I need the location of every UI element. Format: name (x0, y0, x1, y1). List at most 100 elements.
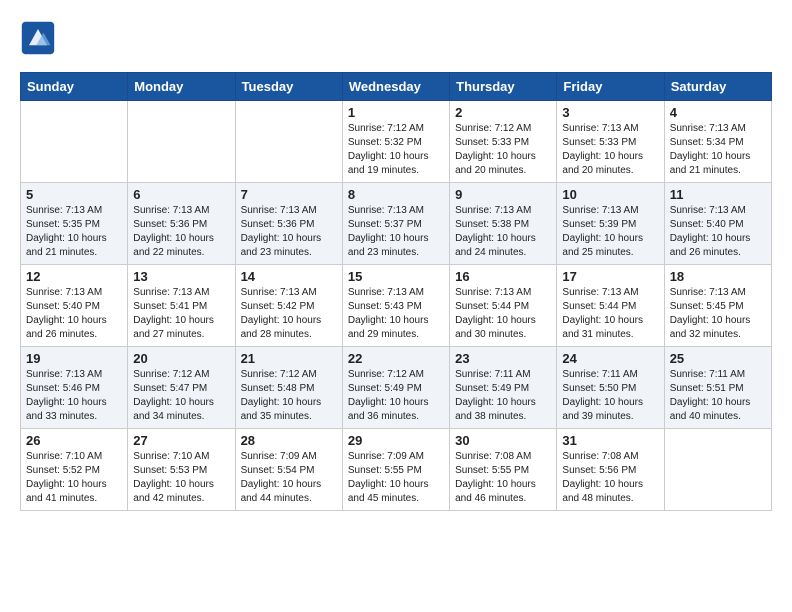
calendar-cell: 7 Sunrise: 7:13 AM Sunset: 5:36 PM Daylig… (235, 183, 342, 265)
day-number: 11 (670, 187, 766, 202)
week-row: 1 Sunrise: 7:12 AM Sunset: 5:32 PM Daylig… (21, 101, 772, 183)
day-info: Sunrise: 7:13 AM Sunset: 5:41 PM Dayligh… (133, 286, 229, 342)
calendar-cell: 1 Sunrise: 7:12 AM Sunset: 5:32 PM Daylig… (342, 101, 449, 183)
day-info: Sunrise: 7:13 AM Sunset: 5:40 PM Dayligh… (670, 204, 766, 260)
day-number: 21 (241, 351, 337, 366)
day-number: 13 (133, 269, 229, 284)
day-info: Sunrise: 7:12 AM Sunset: 5:32 PM Dayligh… (348, 122, 444, 178)
day-number: 10 (562, 187, 658, 202)
day-number: 17 (562, 269, 658, 284)
header (20, 20, 772, 56)
day-info: Sunrise: 7:09 AM Sunset: 5:55 PM Dayligh… (348, 450, 444, 506)
day-number: 27 (133, 433, 229, 448)
calendar-cell: 19 Sunrise: 7:13 AM Sunset: 5:46 PM Dayli… (21, 347, 128, 429)
day-number: 2 (455, 105, 551, 120)
calendar-header: SundayMondayTuesdayWednesdayThursdayFrid… (21, 73, 772, 101)
day-number: 30 (455, 433, 551, 448)
calendar-cell: 31Sunrise: 7:08 AM Sunset: 5:56 PM Dayli… (557, 429, 664, 511)
day-info: Sunrise: 7:13 AM Sunset: 5:45 PM Dayligh… (670, 286, 766, 342)
day-number: 4 (670, 105, 766, 120)
day-number: 22 (348, 351, 444, 366)
day-info: Sunrise: 7:12 AM Sunset: 5:33 PM Dayligh… (455, 122, 551, 178)
day-number: 19 (26, 351, 122, 366)
calendar-cell: 26Sunrise: 7:10 AM Sunset: 5:52 PM Dayli… (21, 429, 128, 511)
calendar-cell: 12Sunrise: 7:13 AM Sunset: 5:40 PM Dayli… (21, 265, 128, 347)
calendar-cell: 27 Sunrise: 7:10 AM Sunset: 5:53 PM Dayli… (128, 429, 235, 511)
day-number: 23 (455, 351, 551, 366)
day-info: Sunrise: 7:10 AM Sunset: 5:53 PM Dayligh… (133, 450, 229, 506)
calendar-cell (235, 101, 342, 183)
calendar-cell: 30 Sunrise: 7:08 AM Sunset: 5:55 PM Dayli… (450, 429, 557, 511)
calendar-cell (664, 429, 771, 511)
week-row: 26Sunrise: 7:10 AM Sunset: 5:52 PM Dayli… (21, 429, 772, 511)
day-info: Sunrise: 7:12 AM Sunset: 5:47 PM Dayligh… (133, 368, 229, 424)
calendar-cell: 8 Sunrise: 7:13 AM Sunset: 5:37 PM Daylig… (342, 183, 449, 265)
day-info: Sunrise: 7:13 AM Sunset: 5:36 PM Dayligh… (241, 204, 337, 260)
week-row: 19 Sunrise: 7:13 AM Sunset: 5:46 PM Dayli… (21, 347, 772, 429)
weekday-header: Wednesday (342, 73, 449, 101)
calendar-cell: 28 Sunrise: 7:09 AM Sunset: 5:54 PM Dayli… (235, 429, 342, 511)
day-number: 15 (348, 269, 444, 284)
calendar-cell: 13 Sunrise: 7:13 AM Sunset: 5:41 PM Dayli… (128, 265, 235, 347)
day-info: Sunrise: 7:11 AM Sunset: 5:51 PM Dayligh… (670, 368, 766, 424)
day-info: Sunrise: 7:13 AM Sunset: 5:44 PM Dayligh… (562, 286, 658, 342)
calendar-cell: 10 Sunrise: 7:13 AM Sunset: 5:39 PM Dayli… (557, 183, 664, 265)
day-number: 14 (241, 269, 337, 284)
day-info: Sunrise: 7:13 AM Sunset: 5:46 PM Dayligh… (26, 368, 122, 424)
calendar-cell: 9 Sunrise: 7:13 AM Sunset: 5:38 PM Daylig… (450, 183, 557, 265)
weekday-header: Thursday (450, 73, 557, 101)
calendar-table: SundayMondayTuesdayWednesdayThursdayFrid… (20, 72, 772, 511)
logo-icon (20, 20, 56, 56)
day-number: 1 (348, 105, 444, 120)
day-number: 8 (348, 187, 444, 202)
calendar-cell: 22 Sunrise: 7:12 AM Sunset: 5:49 PM Dayli… (342, 347, 449, 429)
weekday-row: SundayMondayTuesdayWednesdayThursdayFrid… (21, 73, 772, 101)
calendar-cell: 17 Sunrise: 7:13 AM Sunset: 5:44 PM Dayli… (557, 265, 664, 347)
day-info: Sunrise: 7:08 AM Sunset: 5:56 PM Dayligh… (562, 450, 658, 506)
day-number: 28 (241, 433, 337, 448)
calendar-cell: 4 Sunrise: 7:13 AM Sunset: 5:34 PM Daylig… (664, 101, 771, 183)
calendar-cell: 29Sunrise: 7:09 AM Sunset: 5:55 PM Dayli… (342, 429, 449, 511)
week-row: 12Sunrise: 7:13 AM Sunset: 5:40 PM Dayli… (21, 265, 772, 347)
calendar-cell (128, 101, 235, 183)
week-row: 5Sunrise: 7:13 AM Sunset: 5:35 PM Daylig… (21, 183, 772, 265)
calendar-cell: 3 Sunrise: 7:13 AM Sunset: 5:33 PM Daylig… (557, 101, 664, 183)
day-info: Sunrise: 7:13 AM Sunset: 5:36 PM Dayligh… (133, 204, 229, 260)
calendar-cell: 25Sunrise: 7:11 AM Sunset: 5:51 PM Dayli… (664, 347, 771, 429)
day-info: Sunrise: 7:12 AM Sunset: 5:48 PM Dayligh… (241, 368, 337, 424)
day-info: Sunrise: 7:13 AM Sunset: 5:39 PM Dayligh… (562, 204, 658, 260)
day-number: 7 (241, 187, 337, 202)
weekday-header: Monday (128, 73, 235, 101)
calendar-cell: 5Sunrise: 7:13 AM Sunset: 5:35 PM Daylig… (21, 183, 128, 265)
calendar-body: 1 Sunrise: 7:12 AM Sunset: 5:32 PM Daylig… (21, 101, 772, 511)
calendar-cell: 20 Sunrise: 7:12 AM Sunset: 5:47 PM Dayli… (128, 347, 235, 429)
day-number: 16 (455, 269, 551, 284)
day-info: Sunrise: 7:12 AM Sunset: 5:49 PM Dayligh… (348, 368, 444, 424)
day-info: Sunrise: 7:10 AM Sunset: 5:52 PM Dayligh… (26, 450, 122, 506)
calendar-cell: 18 Sunrise: 7:13 AM Sunset: 5:45 PM Dayli… (664, 265, 771, 347)
calendar-cell: 11 Sunrise: 7:13 AM Sunset: 5:40 PM Dayli… (664, 183, 771, 265)
calendar-cell: 14 Sunrise: 7:13 AM Sunset: 5:42 PM Dayli… (235, 265, 342, 347)
day-info: Sunrise: 7:08 AM Sunset: 5:55 PM Dayligh… (455, 450, 551, 506)
calendar-cell: 21 Sunrise: 7:12 AM Sunset: 5:48 PM Dayli… (235, 347, 342, 429)
day-number: 5 (26, 187, 122, 202)
page: SundayMondayTuesdayWednesdayThursdayFrid… (0, 0, 792, 521)
day-number: 20 (133, 351, 229, 366)
calendar-cell: 2 Sunrise: 7:12 AM Sunset: 5:33 PM Daylig… (450, 101, 557, 183)
day-number: 18 (670, 269, 766, 284)
day-info: Sunrise: 7:11 AM Sunset: 5:49 PM Dayligh… (455, 368, 551, 424)
day-number: 9 (455, 187, 551, 202)
day-info: Sunrise: 7:09 AM Sunset: 5:54 PM Dayligh… (241, 450, 337, 506)
day-info: Sunrise: 7:13 AM Sunset: 5:44 PM Dayligh… (455, 286, 551, 342)
weekday-header: Friday (557, 73, 664, 101)
calendar-cell: 24Sunrise: 7:11 AM Sunset: 5:50 PM Dayli… (557, 347, 664, 429)
day-info: Sunrise: 7:11 AM Sunset: 5:50 PM Dayligh… (562, 368, 658, 424)
day-info: Sunrise: 7:13 AM Sunset: 5:37 PM Dayligh… (348, 204, 444, 260)
day-info: Sunrise: 7:13 AM Sunset: 5:34 PM Dayligh… (670, 122, 766, 178)
day-info: Sunrise: 7:13 AM Sunset: 5:42 PM Dayligh… (241, 286, 337, 342)
day-info: Sunrise: 7:13 AM Sunset: 5:33 PM Dayligh… (562, 122, 658, 178)
day-info: Sunrise: 7:13 AM Sunset: 5:43 PM Dayligh… (348, 286, 444, 342)
day-number: 3 (562, 105, 658, 120)
logo (20, 20, 60, 56)
day-info: Sunrise: 7:13 AM Sunset: 5:38 PM Dayligh… (455, 204, 551, 260)
